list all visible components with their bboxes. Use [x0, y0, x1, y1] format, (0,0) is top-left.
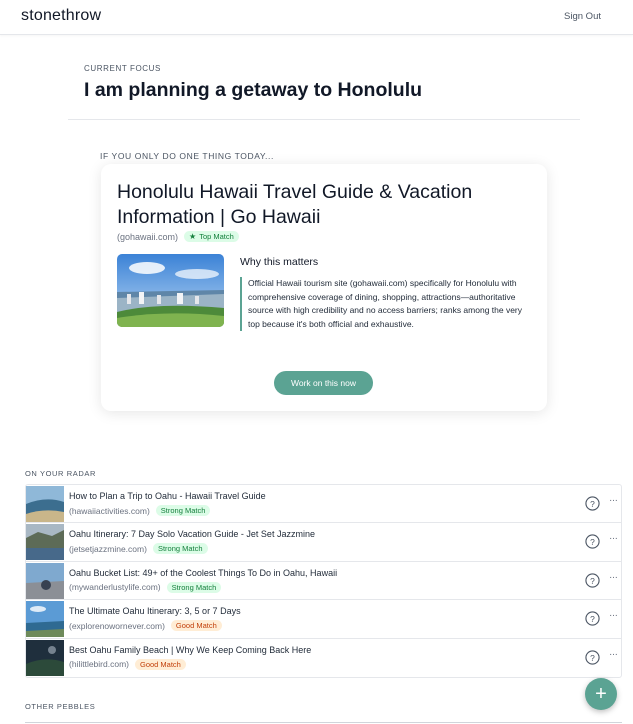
match-badge: Good Match	[170, 620, 222, 632]
add-button[interactable]: +	[585, 678, 617, 710]
pebbles-divider	[25, 722, 622, 723]
svg-text:?: ?	[590, 652, 595, 662]
question-circle-icon[interactable]: ?	[585, 611, 600, 626]
radar-item-thumbnail	[26, 486, 64, 522]
sign-out-link[interactable]: Sign Out	[564, 11, 601, 22]
more-dots-icon[interactable]: ···	[609, 495, 618, 506]
radar-item[interactable]: Oahu Bucket List: 49+ of the Coolest Thi…	[26, 562, 621, 601]
radar-item-domain: (mywanderlustylife.com)	[69, 582, 161, 593]
radar-list: How to Plan a Trip to Oahu - Hawaii Trav…	[25, 484, 622, 678]
radar-item-title[interactable]: Best Oahu Family Beach | Why We Keep Com…	[69, 645, 311, 655]
radar-item-title[interactable]: Oahu Itinerary: 7 Day Solo Vacation Guid…	[69, 529, 315, 539]
radar-item-domain: (explorenowornever.com)	[69, 620, 165, 631]
other-pebbles-label: OTHER PEBBLES	[25, 702, 96, 711]
radar-item-title[interactable]: How to Plan a Trip to Oahu - Hawaii Trav…	[69, 491, 266, 501]
radar-item-title[interactable]: Oahu Bucket List: 49+ of the Coolest Thi…	[69, 568, 337, 578]
work-on-this-now-button[interactable]: Work on this now	[274, 371, 373, 395]
radar-item-thumbnail	[26, 562, 64, 599]
top-bar: stonethrow Sign Out	[0, 0, 633, 35]
top-match-domain: (gohawaii.com)	[117, 231, 179, 242]
match-badge: Strong Match	[152, 543, 208, 555]
svg-text:?: ?	[590, 537, 595, 547]
top-match-badge: ★ Top Match	[184, 231, 239, 242]
radar-item-domain: (hilittlebird.com)	[69, 659, 129, 670]
svg-text:?: ?	[590, 614, 595, 624]
question-circle-icon[interactable]: ?	[585, 649, 600, 665]
more-dots-icon[interactable]: ···	[609, 533, 618, 544]
radar-item-domain: (hawaiiactivities.com)	[69, 505, 150, 516]
radar-item-domain: (jetsetjazzmine.com)	[69, 543, 147, 554]
brand-logo[interactable]: stonethrow	[21, 7, 101, 25]
top-match-title[interactable]: Honolulu Hawaii Travel Guide & Vacation …	[117, 180, 527, 230]
radar-item-thumbnail	[26, 639, 64, 676]
radar-item[interactable]: Best Oahu Family Beach | Why We Keep Com…	[26, 639, 621, 677]
more-dots-icon[interactable]: ···	[609, 610, 618, 621]
star-icon: ★	[189, 232, 197, 241]
current-focus-title: I am planning a getaway to Honolulu	[84, 79, 423, 101]
question-circle-icon[interactable]: ?	[585, 496, 600, 511]
match-badge: Strong Match	[166, 581, 222, 593]
radar-item[interactable]: The Ultimate Oahu Itinerary: 3, 5 or 7 D…	[26, 600, 621, 639]
svg-text:?: ?	[590, 499, 595, 509]
plus-icon: +	[595, 682, 607, 705]
svg-text:?: ?	[590, 576, 595, 586]
top-match-badge-label: Top Match	[199, 232, 234, 241]
question-circle-icon[interactable]: ?	[585, 534, 600, 550]
one-thing-label: IF YOU ONLY DO ONE THING TODAY...	[100, 151, 274, 161]
more-dots-icon[interactable]: ···	[609, 649, 618, 660]
radar-item[interactable]: Oahu Itinerary: 7 Day Solo Vacation Guid…	[26, 523, 621, 562]
radar-item-thumbnail	[26, 601, 64, 638]
question-circle-icon[interactable]: ?	[585, 573, 600, 588]
focus-divider	[68, 119, 580, 120]
honolulu-photo	[117, 254, 224, 327]
on-your-radar-label: ON YOUR RADAR	[25, 469, 97, 478]
current-focus-label: CURRENT FOCUS	[84, 64, 161, 73]
match-badge: Good Match	[135, 658, 186, 670]
why-this-matters-heading: Why this matters	[240, 256, 319, 268]
match-badge: Strong Match	[155, 505, 211, 516]
top-match-meta: (gohawaii.com) ★ Top Match	[117, 231, 239, 242]
radar-item[interactable]: How to Plan a Trip to Oahu - Hawaii Trav…	[26, 485, 621, 524]
why-this-matters-text: Official Hawaii tourism site (gohawaii.c…	[240, 277, 530, 331]
top-match-card: Honolulu Hawaii Travel Guide & Vacation …	[101, 164, 547, 411]
more-dots-icon[interactable]: ···	[609, 572, 618, 583]
radar-item-thumbnail	[26, 524, 64, 561]
radar-item-title[interactable]: The Ultimate Oahu Itinerary: 3, 5 or 7 D…	[69, 606, 241, 616]
